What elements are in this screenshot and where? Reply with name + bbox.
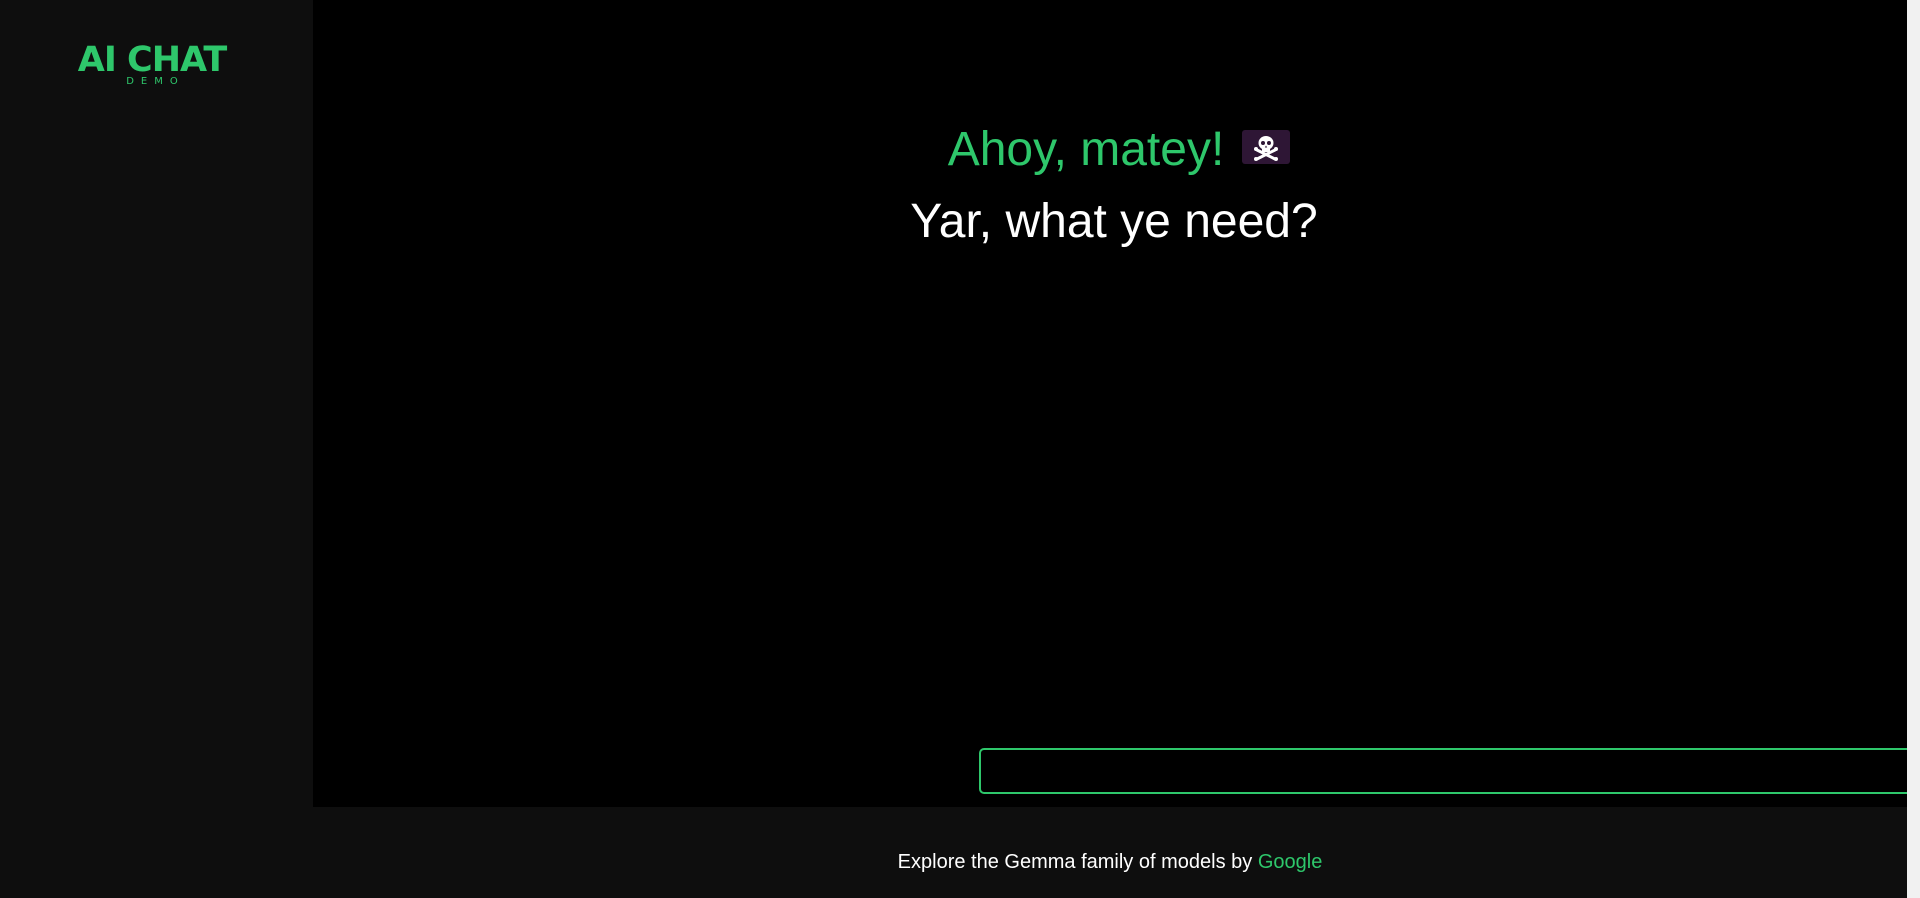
greeting-subtitle: Yar, what ye need? — [910, 195, 1318, 248]
message-input[interactable] — [979, 748, 1920, 794]
sidebar: AI CHAT DEMO — [0, 0, 313, 807]
chat-area: Ahoy, matey! Yar, what ye need? — [313, 0, 1920, 807]
logo-title: AI CHAT — [77, 40, 228, 80]
footer-text-row: Explore the Gemma family of models by Go… — [313, 850, 1907, 874]
scrollbar[interactable] — [1907, 0, 1920, 898]
greeting-title: Ahoy, matey! — [947, 123, 1225, 176]
logo: AI CHAT DEMO — [70, 40, 234, 87]
footer: Explore the Gemma family of models by Go… — [313, 807, 1907, 898]
skull-crossbones-icon — [1242, 130, 1291, 165]
footer-text: Explore the Gemma family of models by — [897, 851, 1253, 873]
greeting-title-row: Ahoy, matey! — [313, 118, 1907, 182]
app-window: AI CHAT DEMO Ahoy, matey! Yar, what ye n… — [0, 0, 1920, 898]
google-link[interactable]: Google — [1258, 851, 1323, 873]
greeting: Ahoy, matey! Yar, what ye need? — [313, 118, 1907, 250]
